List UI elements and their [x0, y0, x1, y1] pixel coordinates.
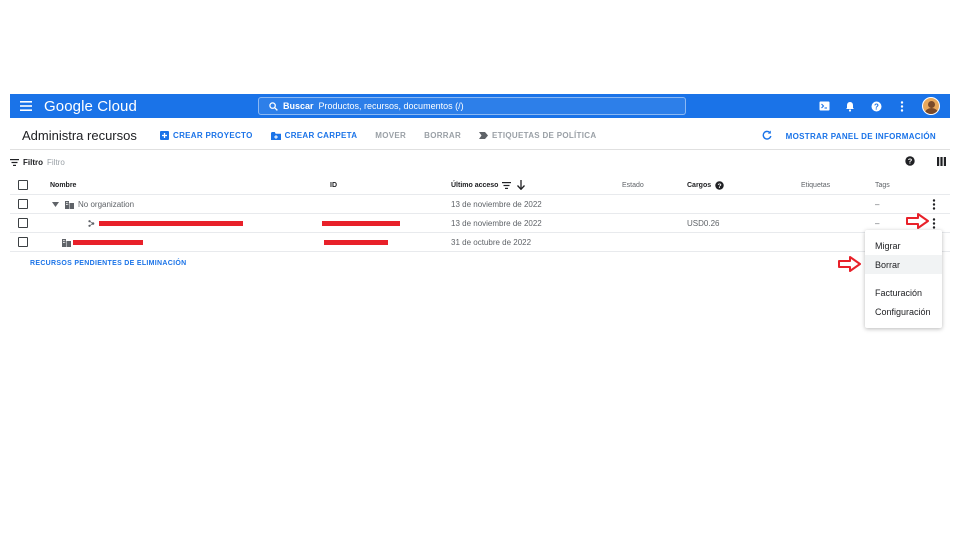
column-header-id[interactable]: ID — [330, 176, 337, 194]
filter-list-icon — [10, 158, 19, 166]
top-bar-icons: ? — [818, 94, 940, 118]
column-header-status[interactable]: Estado — [622, 176, 644, 194]
pending-deletion-link[interactable]: RECURSOS PENDIENTES DE ELIMINACIÓN — [30, 260, 186, 267]
charges-label: Cargos — [687, 181, 712, 189]
row-last-access: 13 de noviembre de 2022 — [451, 199, 542, 209]
redacted-organization-id — [324, 239, 388, 245]
create-folder-label: CREAR CARPETA — [284, 131, 358, 140]
cloud-shell-icon[interactable] — [818, 100, 830, 112]
column-header-charges[interactable]: Cargos ? — [687, 176, 724, 194]
policy-tags-button[interactable]: ETIQUETAS DE POLÍTICA — [479, 131, 596, 140]
search-label: Buscar — [283, 101, 314, 111]
menu-item-configuracion[interactable]: Configuración — [865, 302, 942, 321]
create-folder-icon — [270, 131, 281, 140]
menu-item-migrar[interactable]: Migrar — [865, 236, 942, 255]
project-icon — [88, 219, 95, 227]
row-last-access: 31 de octubre de 2022 — [451, 237, 532, 247]
label-tag-icon — [479, 132, 489, 139]
svg-text:?: ? — [874, 102, 879, 111]
column-display-icon[interactable] — [937, 153, 946, 171]
annotation-arrow-icon — [906, 213, 929, 229]
table-row[interactable]: 31 de octubre de 2022 — [10, 233, 950, 252]
row-checkbox[interactable] — [18, 199, 28, 209]
top-app-bar: Google Cloud Buscar ? — [10, 94, 950, 118]
filter-bar-right: ? — [905, 152, 946, 172]
column-header-tags[interactable]: Tags — [875, 176, 890, 194]
help-circle-icon[interactable]: ? — [905, 153, 915, 171]
filter-lines-icon — [502, 181, 512, 189]
more-vert-icon[interactable] — [932, 195, 936, 213]
menu-separator — [865, 274, 942, 283]
row-last-access: 13 de noviembre de 2022 — [451, 218, 542, 228]
action-bar: Administra recursos CREAR PROYECTO CREAR… — [10, 122, 950, 150]
arrow-down-icon[interactable] — [517, 180, 526, 190]
redacted-project-name — [99, 220, 243, 226]
move-label: MOVER — [375, 131, 407, 140]
filter-label: Filtro — [23, 157, 43, 167]
column-header-last-access[interactable]: Último acceso — [451, 176, 526, 194]
move-button[interactable]: MOVER — [375, 131, 406, 140]
row-charges: USD0.26 — [687, 218, 720, 228]
filter-input[interactable] — [47, 157, 167, 167]
row-tags: – — [875, 199, 880, 209]
resources-table: Nombre ID Último acceso Estado Cargos ? … — [10, 176, 950, 252]
expand-arrow-icon[interactable] — [52, 201, 59, 207]
delete-label: BORRAR — [424, 131, 462, 140]
refresh-icon[interactable] — [762, 127, 772, 145]
menu-item-facturacion[interactable]: Facturación — [865, 283, 942, 302]
menu-item-borrar[interactable]: Borrar — [865, 255, 942, 274]
account-avatar[interactable] — [922, 97, 940, 115]
row-checkbox[interactable] — [18, 218, 28, 228]
table-row[interactable]: No organization 13 de noviembre de 2022 … — [10, 195, 950, 214]
create-project-button[interactable]: CREAR PROYECTO — [160, 131, 253, 140]
last-access-label: Último acceso — [451, 181, 499, 189]
help-icon[interactable]: ? — [870, 100, 882, 112]
action-bar-right: MOSTRAR PANEL DE INFORMACIÓN — [762, 122, 936, 150]
create-folder-button[interactable]: CREAR CARPETA — [270, 131, 358, 140]
more-vert-icon[interactable] — [896, 100, 908, 112]
search-box[interactable]: Buscar — [258, 97, 686, 115]
row-checkbox[interactable] — [18, 237, 28, 247]
row-name[interactable]: No organization — [78, 200, 134, 209]
search-input[interactable] — [318, 101, 649, 111]
column-header-name[interactable]: Nombre — [50, 176, 76, 194]
notifications-bell-icon[interactable] — [844, 100, 856, 112]
policy-tags-label: ETIQUETAS DE POLÍTICA — [492, 131, 597, 140]
page: Google Cloud Buscar ? Administra recurso… — [0, 0, 960, 540]
table-row[interactable]: 13 de noviembre de 2022 USD0.26 – — [10, 214, 950, 233]
svg-text:?: ? — [718, 182, 722, 189]
show-info-panel-label: MOSTRAR PANEL DE INFORMACIÓN — [785, 131, 936, 141]
organization-icon — [65, 200, 74, 209]
page-title: Administra recursos — [22, 128, 137, 143]
organization-icon — [62, 238, 71, 247]
annotation-arrow-icon — [838, 256, 861, 272]
google-cloud-logo[interactable]: Google Cloud — [44, 98, 137, 115]
redacted-organization-name — [73, 239, 143, 245]
redacted-project-id — [322, 220, 400, 226]
table-header-row: Nombre ID Último acceso Estado Cargos ? … — [10, 176, 950, 195]
filter-bar: Filtro ? — [10, 152, 950, 172]
svg-text:?: ? — [908, 157, 913, 166]
select-all-checkbox[interactable] — [18, 180, 28, 190]
search-icon — [269, 101, 278, 111]
add-box-icon — [160, 131, 169, 140]
create-project-label: CREAR PROYECTO — [173, 131, 253, 140]
help-circle-icon[interactable]: ? — [715, 180, 724, 190]
show-info-panel-button[interactable]: MOSTRAR PANEL DE INFORMACIÓN — [786, 132, 936, 141]
hamburger-menu-icon[interactable] — [12, 94, 40, 118]
column-header-labels[interactable]: Etiquetas — [801, 176, 830, 194]
delete-button[interactable]: BORRAR — [424, 131, 461, 140]
context-menu: Migrar Borrar Facturación Configuración — [865, 230, 942, 328]
